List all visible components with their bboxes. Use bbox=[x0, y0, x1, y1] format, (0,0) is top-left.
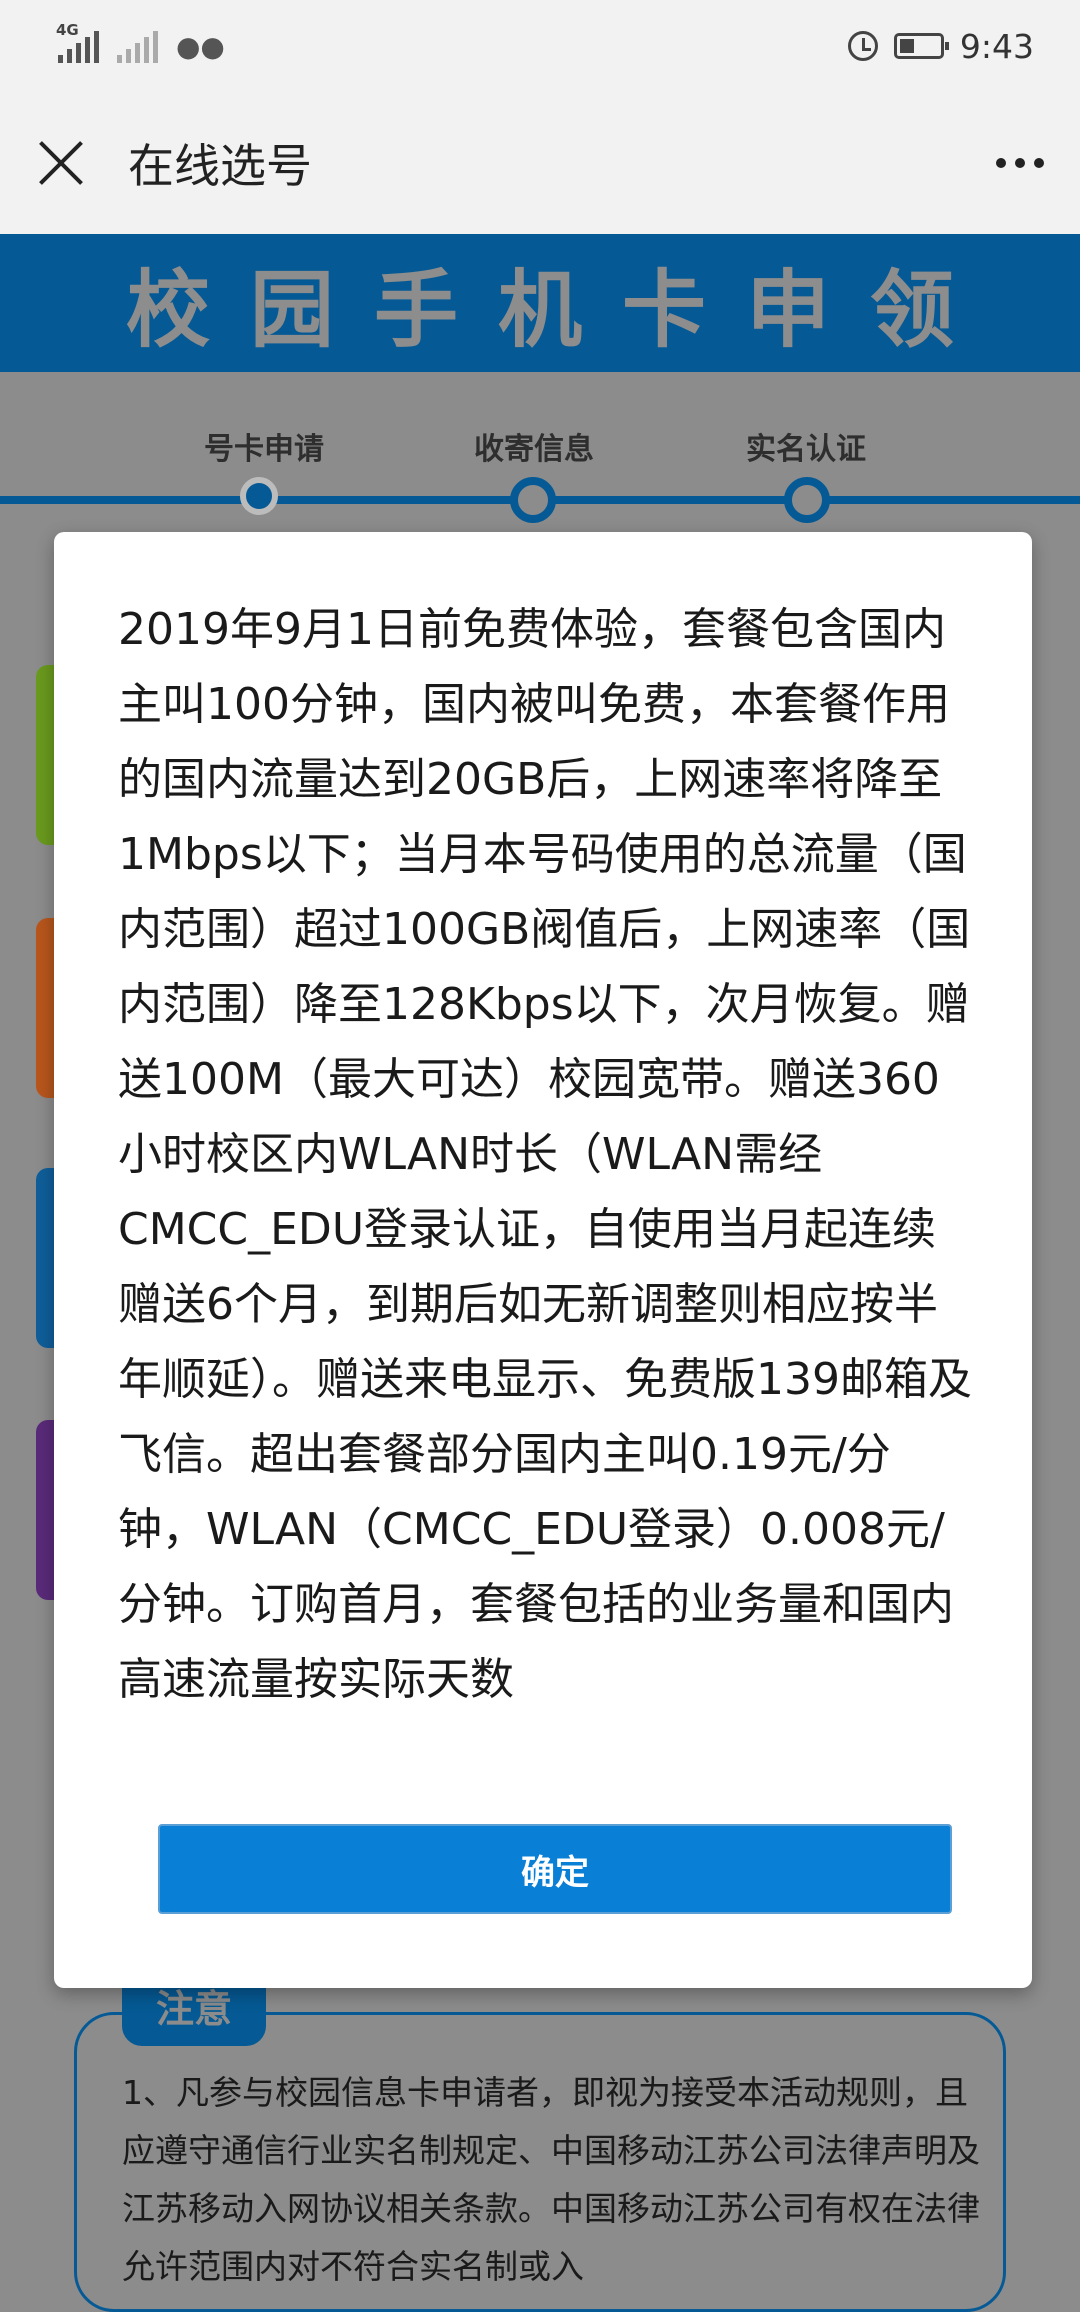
banner-title: 校园手机卡申领 bbox=[125, 260, 994, 359]
confirm-button[interactable]: 确定 bbox=[158, 1824, 952, 1914]
signal-icon: 4G bbox=[56, 21, 99, 63]
banner: 校园手机卡申领 bbox=[0, 234, 1080, 372]
step-dot bbox=[510, 477, 556, 523]
dialog-content[interactable]: 2019年9月1日前免费体验，套餐包含国内主叫100分钟，国内被叫免费，本套餐作… bbox=[118, 592, 978, 1772]
step-label-shipping: 收寄信息 bbox=[474, 432, 594, 467]
more-icon[interactable] bbox=[996, 158, 1044, 168]
plan-detail-dialog: 2019年9月1日前免费体验，套餐包含国内主叫100分钟，国内被叫免费，本套餐作… bbox=[54, 532, 1032, 1988]
step-dot-active bbox=[240, 477, 278, 515]
wechat-icon: ●● bbox=[176, 29, 225, 63]
step-label-apply: 号卡申请 bbox=[204, 432, 324, 467]
status-bar: 4G ●● 9:43 bbox=[0, 0, 1080, 92]
page-title: 在线选号 bbox=[128, 139, 312, 193]
status-time: 9:43 bbox=[959, 26, 1034, 66]
status-right: 9:43 bbox=[847, 26, 1034, 66]
step-label-verify: 实名认证 bbox=[746, 432, 866, 467]
step-dot bbox=[784, 477, 830, 523]
signal-icon bbox=[117, 29, 158, 63]
step-progress: 号卡申请 收寄信息 实名认证 bbox=[0, 372, 1080, 532]
status-left: 4G ●● bbox=[56, 21, 225, 63]
network-label: 4G bbox=[56, 21, 79, 39]
alarm-icon bbox=[847, 31, 878, 61]
notice-text: 1、凡参与校园信息卡申请者，即视为接受本活动规则，且应遵守通信行业实名制规定、中… bbox=[122, 2073, 980, 2286]
nav-bar: 在线选号 bbox=[0, 92, 1080, 234]
battery-icon bbox=[893, 33, 949, 59]
close-icon[interactable] bbox=[36, 138, 86, 188]
